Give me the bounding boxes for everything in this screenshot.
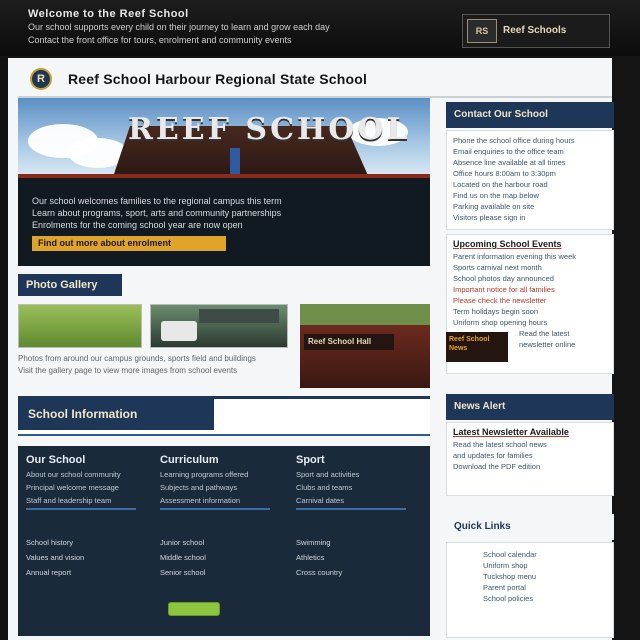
thumb-roof [199,309,279,323]
banner-line: Our school supports every child on their… [28,22,330,32]
thumb-sign: Reef School Hall [304,334,394,350]
sidebar-box-links: School calendar Uniform shop Tuckshop me… [446,542,614,638]
sidebar-subheading[interactable]: Latest Newsletter Available [447,423,613,439]
more-info-button[interactable] [168,602,220,616]
top-banner: Welcome to the Reef School Our school su… [0,0,640,56]
hero-banner[interactable]: REEF SCHOOL Our school welcomes families… [18,98,430,266]
feature-line: About our school community [26,470,121,479]
site-header: R Reef School Harbour Regional State Sch… [18,64,610,94]
gallery-thumb-carpark[interactable] [150,304,288,348]
sidebar-line: Sports carnival next month [453,263,542,272]
feature-line: Assessment information [160,496,241,505]
sidebar-subheading[interactable]: Upcoming School Events [447,235,613,251]
sidebar-line: Phone the school office during hours [453,136,575,145]
sidebar-line: Find us on the map below [453,191,539,200]
quick-link[interactable]: School policies [477,593,613,604]
sidebar-heading-links: Quick Links [446,514,614,540]
hero-sign: REEF SCHOOL [128,112,411,147]
feature-heading[interactable]: Sport [296,454,424,466]
sidebar-alert-line[interactable]: Please check the newsletter [447,295,613,306]
feature-list-item[interactable]: Junior school [160,538,288,547]
quick-link[interactable]: Tuckshop menu [477,571,613,582]
sidebar-heading-contact: Contact Our School [446,102,614,128]
school-logo[interactable]: RS Reef Schools [462,14,610,48]
sidebar-line: Absence line available at all times [453,158,566,167]
sidebar-alert-line[interactable]: Important notice for all families [447,284,613,295]
gallery-thumb-hall[interactable]: Reef School Hall [300,304,430,388]
site-title[interactable]: Reef School Harbour Regional State Schoo… [68,71,367,87]
section-title: School Information [18,398,214,430]
feature-underline [160,508,270,510]
feature-panel: Our School About our school community Pr… [18,446,430,636]
feature-line: Staff and leadership team [26,496,112,505]
gallery-heading: Photo Gallery [18,274,122,296]
sidebar-line: Visitors please sign in [453,213,526,222]
feature-underline [26,508,136,510]
sidebar-box-news: Latest Newsletter Available Read the lat… [446,422,614,496]
sidebar-line[interactable]: Download the PDF edition [447,461,613,472]
feature-line: Learning programs offered [160,470,249,479]
feature-list-item[interactable]: Senior school [160,568,288,577]
feature-list: Swimming Athletics Cross country [296,538,424,583]
feature-list: School history Values and vision Annual … [26,538,154,583]
sidebar-line: Parent information evening this week [453,252,576,261]
feature-heading[interactable]: Our School [26,454,154,466]
feature-list-item[interactable]: Athletics [296,553,424,562]
feature-line: Principal welcome message [26,483,119,492]
quick-link[interactable]: School calendar [477,549,613,560]
sidebar-box-contact: Phone the school office during hours Ema… [446,130,614,230]
section-divider [18,434,430,436]
feature-heading[interactable]: Curriculum [160,454,288,466]
gallery-caption: Visit the gallery page to view more imag… [18,366,238,375]
sidebar-line: Office hours 8:00am to 3:30pm [453,169,556,178]
page: R Reef School Harbour Regional State Sch… [0,58,614,640]
feature-column-sport[interactable]: Sport Sport and activities Clubs and tea… [296,454,424,510]
feature-underline [296,508,406,510]
quick-link[interactable]: Uniform shop [477,560,613,571]
sidebar-line: and updates for families [453,451,533,460]
school-crest-icon[interactable]: R [30,68,52,90]
gallery-caption: Photos from around our campus grounds, s… [18,354,256,363]
sidebar-heading-news: News Alert [446,394,614,420]
quick-link[interactable]: Parent portal [477,582,613,593]
feature-list-item[interactable]: Swimming [296,538,424,547]
sidebar-line: Term holidays begin soon [453,307,539,316]
banner-line: Contact the front office for tours, enro… [28,35,292,45]
feature-line: Clubs and teams [296,483,353,492]
banner-title: Welcome to the Reef School [28,8,189,20]
sidebar-line: School photos day announced [453,274,554,283]
logo-mark: RS [467,19,497,43]
thumb-van [161,321,197,341]
gallery-thumb-field[interactable] [18,304,142,348]
hero-text: Our school welcomes families to the regi… [32,196,282,206]
hero-text: Learn about programs, sport, arts and co… [32,208,282,218]
feature-list-item[interactable]: Annual report [26,568,154,577]
feature-line: Subjects and pathways [160,483,238,492]
feature-list: Junior school Middle school Senior schoo… [160,538,288,583]
sidebar-line: Email enquiries to the office team [453,147,564,156]
feature-list-item[interactable]: Values and vision [26,553,154,562]
newsletter-thumbnail[interactable]: Reef School News [446,332,508,362]
feature-list-item[interactable]: Middle school [160,553,288,562]
feature-line: Carnival dates [296,496,344,505]
feature-column-curriculum[interactable]: Curriculum Learning programs offered Sub… [160,454,288,510]
sidebar-line: Uniform shop opening hours [453,318,548,327]
sidebar-line: Read the latest school news [453,440,547,449]
hero-text: Enrolments for the coming school year ar… [32,220,243,230]
hero-cta-button[interactable]: Find out more about enrolment [32,236,226,251]
feature-list-item[interactable]: School history [26,538,154,547]
sidebar-line: Located on the harbour road [453,180,548,189]
feature-list-item[interactable]: Cross country [296,568,424,577]
feature-line: Sport and activities [296,470,360,479]
feature-column-school[interactable]: Our School About our school community Pr… [26,454,154,510]
logo-text: Reef Schools [503,25,567,36]
sidebar-line: Parking available on site [453,202,535,211]
